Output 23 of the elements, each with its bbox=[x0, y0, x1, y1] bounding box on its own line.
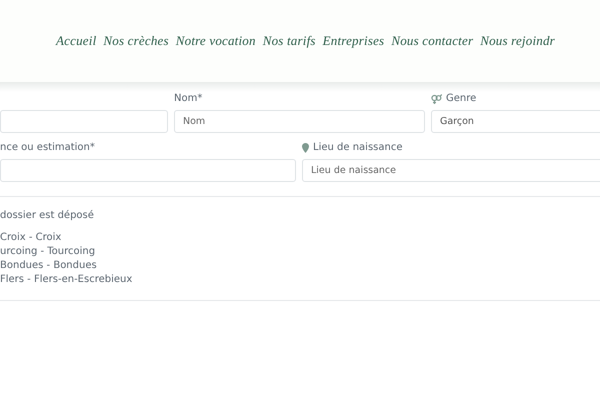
input-field[interactable] bbox=[0, 110, 168, 133]
field-label: Lieu de naissance bbox=[313, 141, 402, 155]
nav-link[interactable]: Accueil bbox=[56, 31, 96, 50]
input-field[interactable]: Nom bbox=[174, 110, 425, 133]
option-label: Bondues - Bondues bbox=[0, 259, 98, 273]
field-label: nce ou estimation* bbox=[0, 141, 95, 155]
field-label: Genre bbox=[446, 92, 476, 106]
input-field[interactable]: Garçon bbox=[431, 110, 600, 133]
nav-link[interactable]: Entreprises bbox=[322, 31, 384, 50]
nav-link[interactable]: Nous rejoindr bbox=[480, 31, 555, 50]
gender-icon bbox=[431, 94, 442, 104]
nav-link[interactable]: Notre vocation bbox=[176, 31, 256, 50]
option-label: urcoing - Tourcoing bbox=[0, 245, 96, 259]
section-text: dossier est déposé bbox=[0, 209, 95, 223]
location-pin-icon bbox=[302, 143, 309, 153]
option-label: Flers - Flers-en-Escrebieux bbox=[0, 273, 134, 287]
field-label: Nom* bbox=[174, 92, 202, 106]
option-label: Croix - Croix bbox=[0, 231, 62, 245]
input-field[interactable]: Lieu de naissance bbox=[302, 159, 600, 182]
nav-link[interactable]: Nos crèches bbox=[103, 31, 169, 50]
nav-link[interactable]: Nos tarifs bbox=[262, 31, 316, 50]
input-field[interactable] bbox=[0, 159, 296, 182]
nav-link[interactable]: Nous contacter bbox=[391, 31, 474, 50]
